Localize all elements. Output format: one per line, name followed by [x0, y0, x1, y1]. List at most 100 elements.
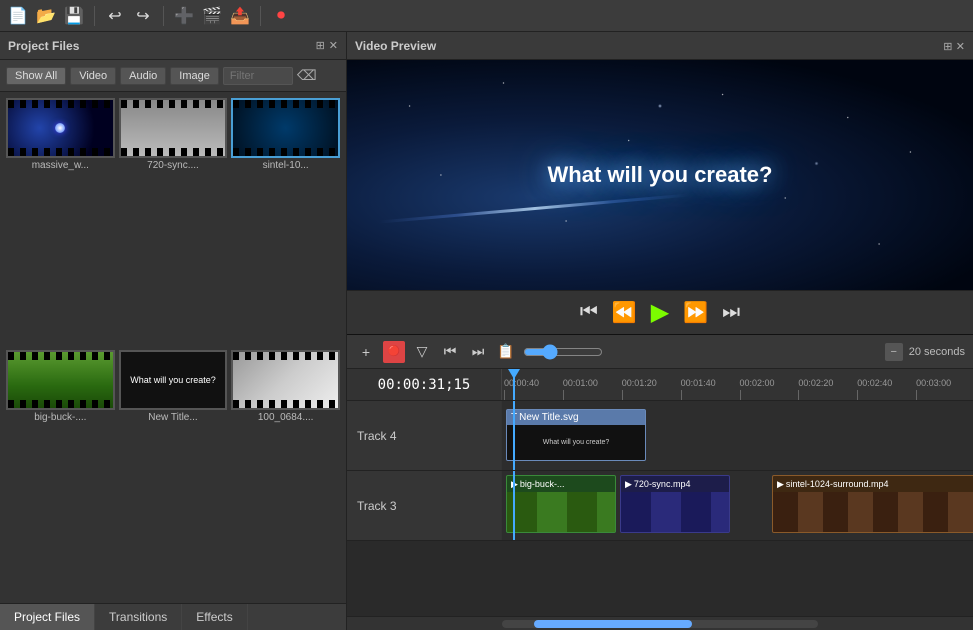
playhead[interactable] [513, 369, 515, 400]
clip-720-header: ▶ 720-sync.mp4 [621, 476, 729, 492]
ruler-label-3: 00:01:40 [681, 378, 716, 388]
filter-show-all-button[interactable]: Show All [6, 67, 66, 85]
horizontal-scrollbar [347, 616, 973, 630]
snap-button[interactable]: 🔴 [383, 341, 405, 363]
frame-1 [507, 492, 537, 532]
tab-transitions[interactable]: Transitions [95, 604, 182, 630]
playback-controls: ⏮ ⏪ ▶ ⏩ ⏭ [347, 290, 973, 334]
playhead-triangle [508, 369, 520, 379]
thumb-img-big-buck [6, 350, 115, 410]
skip-back-button[interactable]: ⏮ [439, 341, 461, 363]
toolbar-separator-2 [163, 6, 164, 26]
title-clip-header: T New Title.svg [507, 410, 645, 425]
ruler-tick-6 [857, 390, 858, 400]
frame-3 [567, 492, 597, 532]
duration-label: 20 seconds [909, 346, 965, 358]
ruler-tick-5 [798, 390, 799, 400]
thumbnail-100-0684[interactable]: 100_0684.... [231, 350, 340, 598]
thumbnail-new-title[interactable]: What will you create? New Title... [119, 350, 228, 598]
video-maximize-icon[interactable]: ⊞ [943, 41, 952, 53]
toolbar: 📄 📂 💾 ↩ ↪ ➕ 🎬 📤 ⏺ [0, 0, 973, 32]
duration-minus-button[interactable]: − [885, 343, 903, 361]
left-panel: Project Files ⊞ ✕ Show All Video Audio I… [0, 32, 347, 630]
ruler-mark-4: 00:02:00 [738, 378, 797, 400]
thumb-img-new-title: What will you create? [119, 350, 228, 410]
frame-o2 [798, 492, 823, 532]
close-icon[interactable]: ✕ [329, 39, 338, 52]
clip-bbb-frames [507, 492, 615, 532]
filter-image-button[interactable]: Image [170, 67, 219, 85]
undo-button[interactable]: ↩ [103, 4, 127, 28]
filter-input[interactable] [223, 67, 293, 85]
ruler-label-7: 00:03:00 [916, 378, 951, 388]
skip-forward-button[interactable]: ⏭ [467, 341, 489, 363]
frame-b2 [651, 492, 681, 532]
forward-end-button[interactable]: ⏭ [722, 301, 740, 324]
add-button[interactable]: ➕ [172, 4, 196, 28]
clip-720-label: 720-sync.mp4 [634, 479, 691, 489]
thumb-label-massive-w: massive_w... [6, 160, 115, 171]
copy-button[interactable]: 📋 [495, 341, 517, 363]
scrollbar-thumb[interactable] [534, 620, 692, 628]
main-layout: Project Files ⊞ ✕ Show All Video Audio I… [0, 32, 973, 630]
rewind-start-button[interactable]: ⏮ [580, 301, 598, 324]
track-4-content[interactable]: T New Title.svg What will you create? [502, 401, 973, 470]
clip-sintel-frames [773, 492, 973, 532]
rewind-button[interactable]: ⏪ [612, 300, 637, 325]
project-files-controls: ⊞ ✕ [316, 39, 338, 52]
ruler-label-0: 00:00:40 [504, 378, 539, 388]
clip-720-sync[interactable]: ▶ 720-sync.mp4 [620, 475, 730, 533]
tab-effects[interactable]: Effects [182, 604, 247, 630]
forward-button[interactable]: ⏩ [683, 300, 708, 325]
filter-audio-button[interactable]: Audio [120, 67, 166, 85]
frame-o7 [923, 492, 948, 532]
thumb-label-new-title: New Title... [119, 412, 228, 423]
clip-bbb-header: ▶ big-buck-... [507, 476, 615, 492]
right-panel: Video Preview ⊞ ✕ What will you create? … [347, 32, 973, 630]
thumbnails-grid: massive_w... 720-sync.... sintel-10... b… [0, 92, 346, 603]
clip-bbb-label: big-buck-... [520, 479, 565, 489]
timeline-duration: − 20 seconds [885, 343, 965, 361]
frame-o4 [848, 492, 873, 532]
track-3-content[interactable]: ▶ big-buck-... [502, 471, 973, 540]
thumbnail-massive-w[interactable]: massive_w... [6, 98, 115, 346]
thumbnail-720-sync[interactable]: 720-sync.... [119, 98, 228, 346]
clip-sintel-label: sintel-1024-surround.mp4 [786, 479, 889, 489]
title-clip[interactable]: T New Title.svg What will you create? [506, 409, 646, 461]
clip-sintel-icon: ▶ [777, 479, 784, 490]
tab-project-files[interactable]: Project Files [0, 604, 95, 630]
play-button[interactable]: ▶ [651, 298, 669, 327]
redo-button[interactable]: ↪ [131, 4, 155, 28]
filter-clear-icon[interactable]: ⌫ [297, 67, 317, 84]
save-project-button[interactable]: 💾 [62, 4, 86, 28]
zoom-slider[interactable] [523, 344, 603, 360]
clip-720-frames [621, 492, 729, 532]
filter-video-button[interactable]: Video [70, 67, 116, 85]
ruler-mark-0: 00:00:40 [502, 378, 561, 400]
clip-button[interactable]: 🎬 [200, 4, 224, 28]
scrollbar-track[interactable] [502, 620, 818, 628]
toolbar-separator-1 [94, 6, 95, 26]
ruler-mark-6: 00:02:40 [855, 378, 914, 400]
export-button[interactable]: 📤 [228, 4, 252, 28]
thumbnail-big-buck[interactable]: big-buck-.... [6, 350, 115, 598]
thumb-img-720-sync [119, 98, 228, 158]
clip-720-icon: ▶ [625, 479, 632, 490]
clip-big-buck[interactable]: ▶ big-buck-... [506, 475, 616, 533]
new-project-button[interactable]: 📄 [6, 4, 30, 28]
ruler-marks: 00:00:40 00:01:00 00:01:20 00:01:40 [502, 369, 973, 400]
thumbnail-sintel[interactable]: sintel-10... [231, 98, 340, 346]
maximize-icon[interactable]: ⊞ [316, 39, 325, 52]
ruler-tick-0 [504, 390, 505, 400]
video-close-icon[interactable]: ✕ [956, 41, 965, 53]
open-project-button[interactable]: 📂 [34, 4, 58, 28]
track-row-3: Track 3 ▶ big-buck-... [347, 471, 973, 541]
ruler-label-1: 00:01:00 [563, 378, 598, 388]
record-button[interactable]: ⏺ [269, 4, 293, 28]
project-files-header: Project Files ⊞ ✕ [0, 32, 346, 60]
filter-button[interactable]: ▽ [411, 341, 433, 363]
clip-sintel[interactable]: ▶ sintel-1024-surround.mp4 [772, 475, 973, 533]
add-track-button[interactable]: + [355, 341, 377, 363]
ruler-label-4: 00:02:00 [740, 378, 775, 388]
thumb-img-sintel [231, 98, 340, 158]
